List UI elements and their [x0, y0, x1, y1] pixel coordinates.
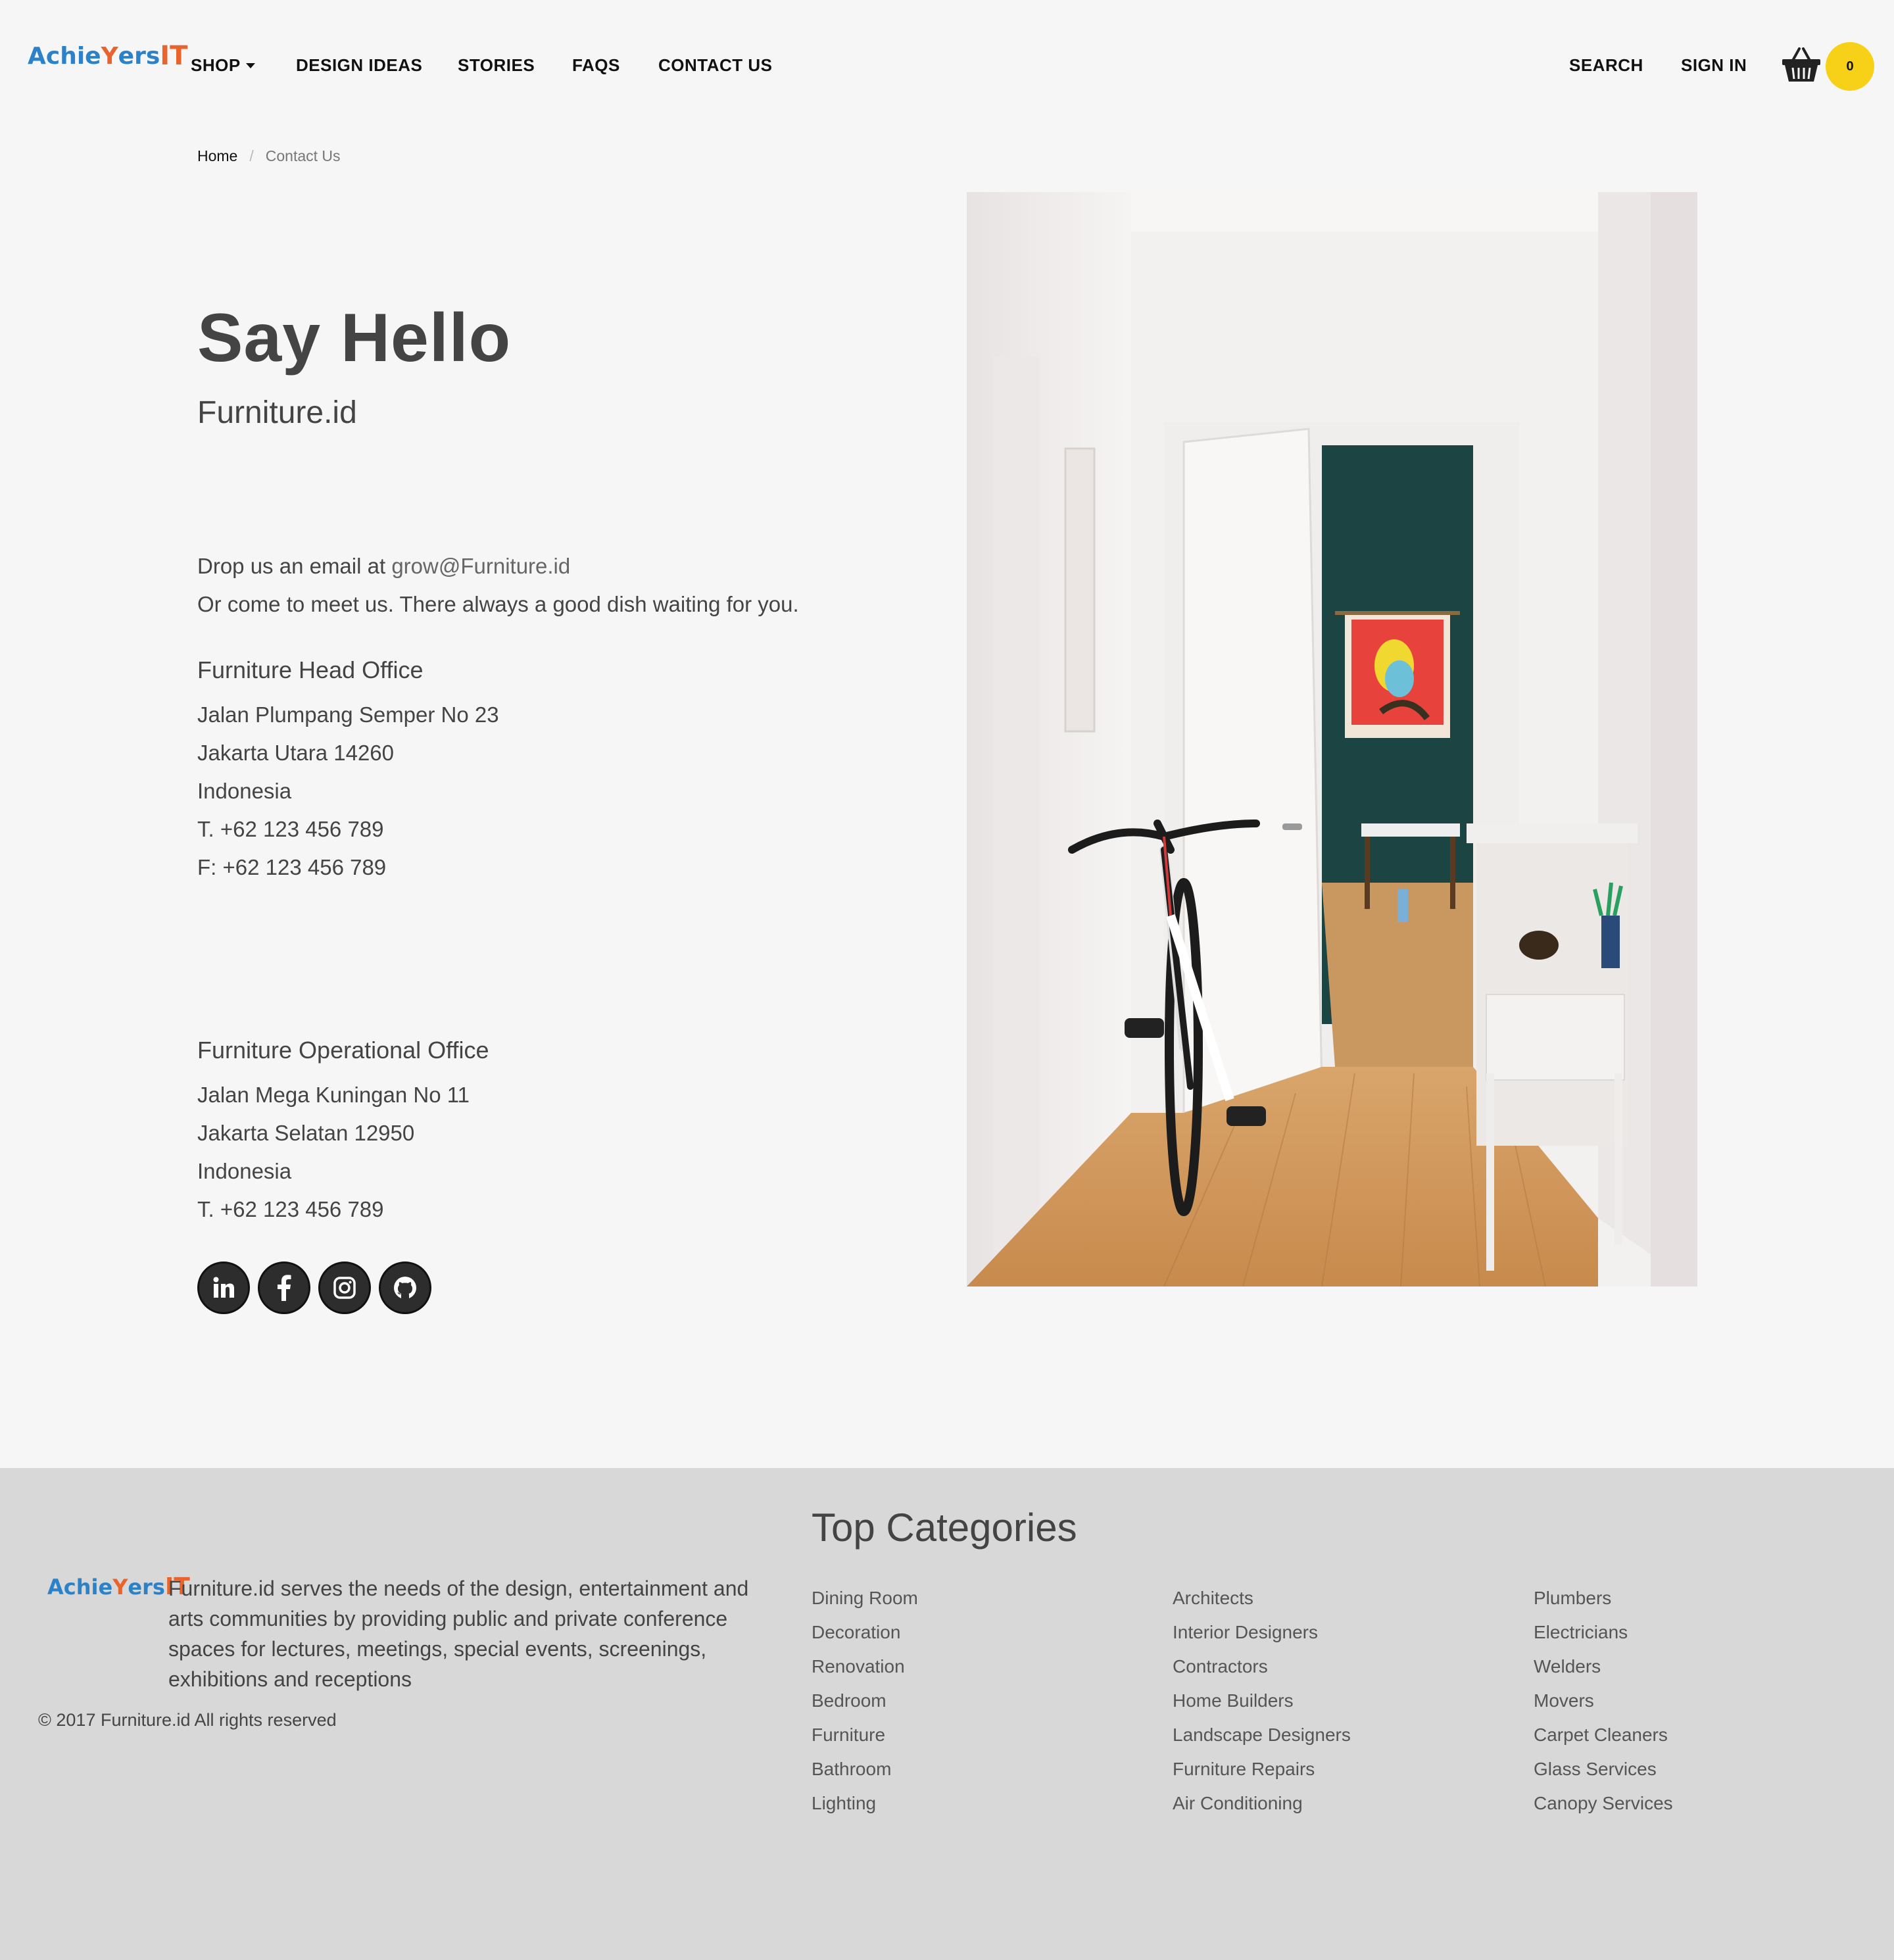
- nav-contact-us[interactable]: CONTACT US: [658, 55, 773, 76]
- operational-office-address-line: Jalan Mega Kuningan No 11: [197, 1083, 470, 1107]
- category-link[interactable]: Bedroom: [812, 1684, 918, 1718]
- logo-text-part2: Y: [101, 42, 118, 70]
- head-office-title: Furniture Head Office: [197, 656, 424, 683]
- social-links: [197, 1262, 431, 1314]
- head-office-fax: F: +62 123 456 789: [197, 855, 387, 879]
- logo-text-part4: IT: [160, 41, 188, 71]
- category-link[interactable]: Canopy Services: [1534, 1786, 1673, 1821]
- brand-subtitle: Furniture.id: [197, 395, 357, 430]
- breadcrumb-separator: /: [249, 147, 254, 164]
- top-navigation: Achie Yers IT SHOP DESIGN IDEAS STORIES FA…: [0, 0, 1894, 132]
- category-link[interactable]: Movers: [1534, 1684, 1673, 1718]
- copyright-text: © 2017 Furniture.id All rights reserved: [38, 1710, 337, 1730]
- category-link[interactable]: Welders: [1534, 1650, 1673, 1684]
- category-link[interactable]: Bathroom: [812, 1752, 918, 1786]
- breadcrumb-current: Contact Us: [265, 147, 341, 164]
- email-line: Drop us an email at grow@Furniture.id: [197, 554, 570, 579]
- head-office-phone: T. +62 123 456 789: [197, 817, 384, 841]
- category-link[interactable]: Air Conditioning: [1173, 1786, 1351, 1821]
- head-office-address-line: Jakarta Utara 14260: [197, 741, 395, 765]
- operational-office-title: Furniture Operational Office: [197, 1037, 489, 1064]
- category-link[interactable]: Home Builders: [1173, 1684, 1351, 1718]
- category-column: Plumbers Electricians Welders Movers Car…: [1534, 1581, 1673, 1821]
- operational-office-address-line: Jakarta Selatan 12950: [197, 1121, 415, 1145]
- category-column: Dining Room Decoration Renovation Bedroo…: [812, 1581, 918, 1821]
- instagram-icon[interactable]: [318, 1262, 371, 1314]
- category-link[interactable]: Dining Room: [812, 1581, 918, 1615]
- category-link[interactable]: Glass Services: [1534, 1752, 1673, 1786]
- footer: Achie Yers IT Furniture.id serves the need…: [0, 1468, 1894, 1960]
- operational-office-address-line: Indonesia: [197, 1159, 292, 1183]
- category-link[interactable]: Carpet Cleaners: [1534, 1718, 1673, 1752]
- site-logo[interactable]: Achie Yers IT: [28, 41, 187, 71]
- footer-logo-part3: ers: [128, 1574, 165, 1600]
- logo-text-part1: Achie: [28, 42, 101, 70]
- caret-down-icon: [245, 63, 255, 68]
- search-link[interactable]: SEARCH: [1569, 55, 1643, 76]
- linkedin-icon[interactable]: [197, 1262, 250, 1314]
- category-link[interactable]: Landscape Designers: [1173, 1718, 1351, 1752]
- head-office-address-line: Jalan Plumpang Semper No 23: [197, 702, 499, 727]
- category-link[interactable]: Lighting: [812, 1786, 918, 1821]
- nav-shop-menu[interactable]: SHOP: [191, 55, 255, 76]
- top-categories-title: Top Categories: [812, 1506, 1077, 1550]
- head-office-address-line: Indonesia: [197, 779, 292, 803]
- category-link[interactable]: Renovation: [812, 1650, 918, 1684]
- footer-description: Furniture.id serves the needs of the des…: [168, 1577, 749, 1691]
- category-link[interactable]: Architects: [1173, 1581, 1351, 1615]
- category-link[interactable]: Electricians: [1534, 1615, 1673, 1650]
- category-link[interactable]: Interior Designers: [1173, 1615, 1351, 1650]
- category-link[interactable]: Decoration: [812, 1615, 918, 1650]
- category-link[interactable]: Furniture: [812, 1718, 918, 1752]
- github-icon[interactable]: [379, 1262, 431, 1314]
- category-link[interactable]: Plumbers: [1534, 1581, 1673, 1615]
- email-prefix: Drop us an email at: [197, 554, 392, 578]
- category-column: Architects Interior Designers Contractor…: [1173, 1581, 1351, 1821]
- sign-in-link[interactable]: SIGN IN: [1681, 55, 1747, 76]
- nav-stories[interactable]: STORIES: [458, 55, 535, 76]
- meet-text: Or come to meet us. There always a good …: [197, 592, 799, 616]
- nav-faqs[interactable]: FAQS: [572, 55, 620, 76]
- breadcrumb-home-link[interactable]: Home: [197, 147, 237, 165]
- nav-design-ideas[interactable]: DESIGN IDEAS: [296, 55, 422, 76]
- cart-count-badge[interactable]: 0: [1826, 42, 1874, 91]
- email-link[interactable]: grow@Furniture.id: [391, 554, 570, 578]
- nav-shop-label: SHOP: [191, 55, 241, 75]
- hallway-bicycle-photo: [967, 192, 1697, 1286]
- facebook-icon[interactable]: [258, 1262, 310, 1314]
- footer-logo-part2: Y: [112, 1574, 128, 1600]
- breadcrumb: Home / Contact Us: [197, 147, 341, 165]
- category-link[interactable]: Furniture Repairs: [1173, 1752, 1351, 1786]
- footer-logo-part1: Achie: [47, 1574, 113, 1600]
- category-link[interactable]: Contractors: [1173, 1650, 1351, 1684]
- logo-text-part3: ers: [118, 42, 160, 70]
- basket-icon[interactable]: [1781, 46, 1822, 84]
- operational-office-phone: T. +62 123 456 789: [197, 1197, 384, 1221]
- page-title: Say Hello: [197, 300, 512, 376]
